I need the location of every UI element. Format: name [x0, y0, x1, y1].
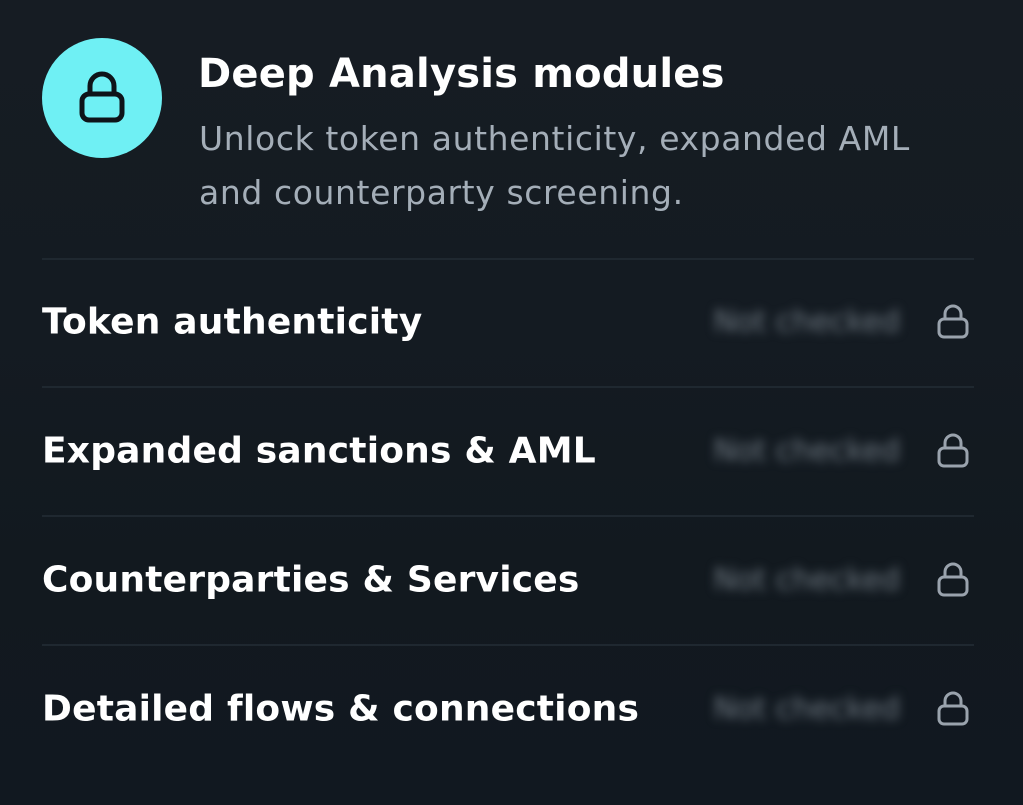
- module-status: Not checked: [713, 691, 900, 727]
- card-header: Deep Analysis modules Unlock token authe…: [42, 38, 982, 218]
- lock-icon: [934, 689, 972, 729]
- module-row-counterparties-services[interactable]: Counterparties & Services Not checked: [42, 517, 974, 643]
- lock-icon: [934, 560, 972, 600]
- lock-icon: [79, 71, 125, 123]
- module-status: Not checked: [713, 433, 900, 469]
- module-row-detailed-flows-connections[interactable]: Detailed flows & connections Not checked: [42, 646, 974, 772]
- module-label: Counterparties & Services: [42, 559, 580, 601]
- lock-badge: [42, 38, 162, 158]
- module-status: Not checked: [713, 562, 900, 598]
- lock-icon: [934, 302, 972, 342]
- card-title: Deep Analysis modules: [198, 51, 725, 97]
- deep-analysis-card: Deep Analysis modules Unlock token authe…: [0, 0, 1023, 805]
- module-label: Expanded sanctions & AML: [42, 430, 596, 472]
- module-label: Detailed flows & connections: [42, 688, 640, 730]
- card-description: Unlock token authenticity, expanded AML …: [199, 119, 910, 212]
- module-row-expanded-sanctions-aml[interactable]: Expanded sanctions & AML Not checked: [42, 388, 974, 514]
- module-status: Not checked: [713, 304, 900, 340]
- module-row-token-authenticity[interactable]: Token authenticity Not checked: [42, 259, 974, 385]
- lock-icon: [934, 431, 972, 471]
- module-label: Token authenticity: [42, 301, 423, 343]
